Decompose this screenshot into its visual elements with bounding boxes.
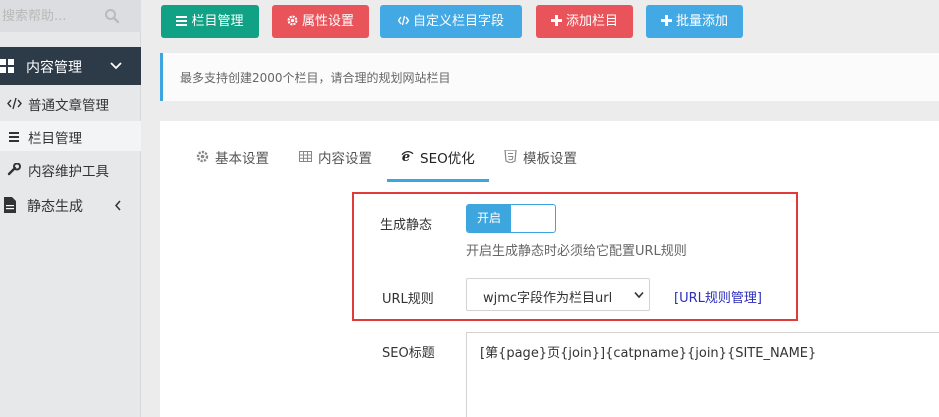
tab-label: 基本设置	[215, 151, 269, 167]
chevron-down-icon	[110, 62, 122, 70]
url-rule-select[interactable]: wjmc字段作为栏目url	[466, 278, 650, 311]
chevron-left-icon	[114, 200, 121, 211]
tab-label: 内容设置	[318, 151, 372, 167]
button-label: 栏目管理	[191, 14, 244, 29]
sidebar-item-maintenance[interactable]: 内容维护工具	[0, 154, 141, 184]
batch-add-button[interactable]: 批量添加	[646, 5, 743, 38]
seo-title-label: SEO标题	[382, 346, 435, 361]
code-icon	[7, 97, 22, 110]
button-label: 批量添加	[675, 14, 728, 29]
file-icon	[4, 197, 16, 213]
list-icon	[9, 132, 19, 142]
tab-seo[interactable]: e SEO优化	[401, 147, 481, 181]
tab-template-settings[interactable]: 模板设置	[504, 147, 594, 181]
sidebar-item-articles[interactable]: 普通文章管理	[0, 88, 141, 118]
static-gen-label: 生成静态	[380, 218, 433, 233]
tab-content-settings[interactable]: 内容设置	[299, 147, 389, 181]
tab-basic-settings[interactable]: 基本设置	[196, 147, 286, 181]
sidebar-item-content-manage[interactable]: 内容管理	[0, 47, 141, 85]
tab-label: 模板设置	[523, 151, 577, 167]
attr-settings-button[interactable]: 属性设置	[272, 5, 369, 38]
notice-text: 最多支持创建2000个栏目，请合理的规划网站栏目	[180, 71, 451, 85]
sidebar-item-static-gen[interactable]: 静态生成	[0, 190, 141, 220]
url-rule-select-value: wjmc字段作为栏目url	[483, 291, 613, 306]
plus-icon	[660, 15, 672, 26]
search-icon[interactable]	[104, 8, 120, 24]
button-label: 自定义栏目字段	[412, 14, 504, 29]
code-icon	[397, 15, 409, 26]
seo-title-textarea[interactable]: [第{page}页{join}]{catpname}{join}{SITE_NA…	[466, 332, 939, 417]
settings-panel: 基本设置 内容设置 e SEO优化 模板设置 生成静态 开启 开启生成静态时必须…	[160, 121, 939, 417]
sidebar-item-categories[interactable]: 栏目管理	[0, 121, 141, 151]
url-rule-label: URL规则	[382, 292, 434, 307]
custom-fields-button[interactable]: 自定义栏目字段	[380, 5, 522, 38]
ie-icon: e	[401, 150, 414, 163]
wrench-icon	[7, 163, 21, 176]
sidebar-search[interactable]: 搜索帮助...	[0, 0, 141, 32]
sidebar: 搜索帮助... 内容管理 普通文章管理 栏目管理 内容维护工具 静态生成	[0, 0, 141, 417]
table-icon	[299, 151, 312, 162]
toggle-on-label: 开启	[467, 205, 511, 232]
url-rule-manage-link[interactable]: [URL规则管理]	[674, 287, 762, 306]
sidebar-item-label: 普通文章管理	[28, 98, 109, 114]
html5-icon	[504, 150, 517, 163]
button-label: 属性设置	[301, 14, 354, 29]
list-icon	[176, 16, 188, 26]
tab-label: SEO优化	[420, 151, 475, 167]
sidebar-item-label: 静态生成	[27, 199, 83, 215]
static-gen-toggle[interactable]: 开启	[466, 204, 556, 233]
seo-title-value: [第{page}页{join}]{catpname}{join}{SITE_NA…	[480, 346, 817, 361]
active-tab-indicator	[387, 179, 489, 182]
search-input[interactable]: 搜索帮助...	[2, 5, 66, 24]
sidebar-item-label: 栏目管理	[28, 131, 82, 147]
sidebar-item-label: 内容管理	[26, 60, 82, 76]
grid-icon	[0, 59, 14, 73]
gear-icon	[287, 15, 298, 26]
button-label: 添加栏目	[565, 14, 618, 29]
category-manage-button[interactable]: 栏目管理	[161, 5, 259, 38]
sidebar-item-label: 内容维护工具	[28, 164, 109, 180]
plus-icon	[550, 15, 562, 26]
gear-icon	[196, 150, 209, 163]
chevron-down-icon	[634, 291, 644, 299]
static-gen-help: 开启生成静态时必须给它配置URL规则	[466, 244, 687, 259]
notice-box: 最多支持创建2000个栏目，请合理的规划网站栏目	[160, 53, 939, 101]
add-category-button[interactable]: 添加栏目	[536, 5, 633, 38]
